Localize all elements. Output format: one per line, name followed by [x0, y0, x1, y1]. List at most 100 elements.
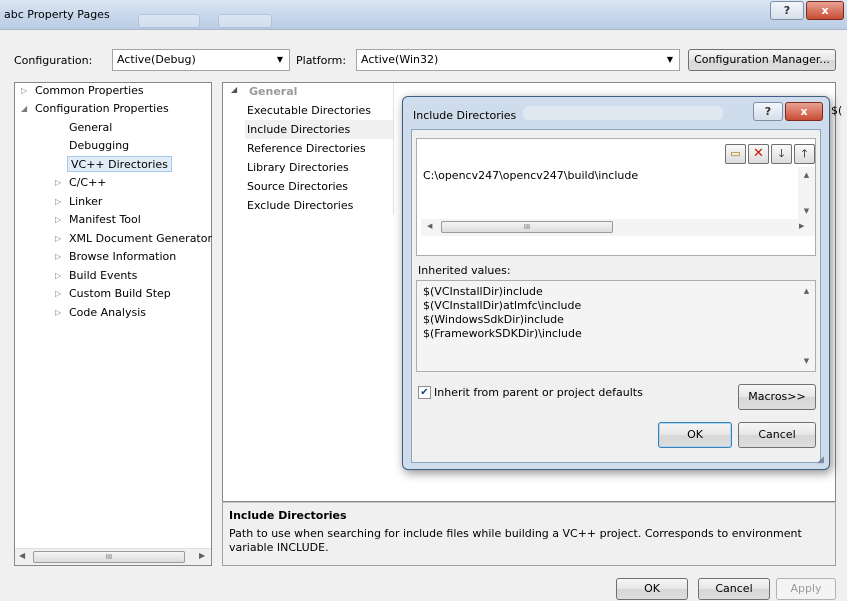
- close-icon: x: [800, 105, 808, 118]
- tree-item-browse-information[interactable]: Browse Information: [69, 249, 176, 265]
- expand-arrow-icon[interactable]: ▷: [55, 197, 61, 206]
- tree-item-manifest-tool[interactable]: Manifest Tool: [69, 212, 141, 228]
- inherited-value: $(FrameworkSDKDir)\include: [423, 327, 582, 340]
- tree-item-configuration-properties[interactable]: Configuration Properties: [35, 101, 169, 117]
- property-tree[interactable]: ▷ Common Properties ◢ Configuration Prop…: [14, 82, 212, 566]
- platform-select[interactable]: Active(Win32) ▼: [356, 49, 680, 71]
- dialog-title: Include Directories: [413, 109, 517, 122]
- move-up-button[interactable]: 🡑: [794, 144, 815, 164]
- chevron-down-icon: ▼: [276, 55, 283, 64]
- background-tab-ghost: [138, 14, 200, 28]
- grid-value-peek: $(: [831, 104, 843, 117]
- chevron-down-icon: ▼: [666, 55, 673, 64]
- entries-horizontal-scrollbar[interactable]: ◀ III ▶: [421, 219, 815, 236]
- dialog-help-button[interactable]: ?: [753, 102, 783, 121]
- background-tab-ghost: [218, 14, 272, 28]
- delete-icon: ✕: [753, 146, 764, 161]
- entries-vertical-scrollbar[interactable]: ▲ ▼: [798, 167, 815, 219]
- ok-button[interactable]: OK: [616, 578, 688, 600]
- tree-item-linker[interactable]: Linker: [69, 194, 102, 210]
- expand-arrow-icon[interactable]: ▷: [55, 271, 61, 280]
- inherited-vertical-scrollbar[interactable]: ▲ ▼: [798, 281, 815, 371]
- configuration-value: Active(Debug): [117, 53, 196, 66]
- title-glow: [523, 106, 723, 120]
- scroll-left-icon[interactable]: ◀: [427, 222, 432, 230]
- scroll-up-icon[interactable]: ▲: [798, 287, 815, 295]
- new-folder-button[interactable]: ▭: [725, 144, 746, 164]
- collapse-arrow-icon[interactable]: ◢: [231, 85, 237, 94]
- inherit-checkbox-label[interactable]: Inherit from parent or project defaults: [434, 386, 643, 399]
- delete-line-button[interactable]: ✕: [748, 144, 769, 164]
- arrow-up-icon: 🡑: [801, 147, 808, 160]
- grid-row-include-directories[interactable]: Include Directories: [245, 120, 393, 139]
- description-panel: Include Directories Path to use when sea…: [222, 502, 836, 566]
- tree-item-general[interactable]: General: [69, 120, 112, 136]
- configuration-manager-button[interactable]: Configuration Manager...: [688, 49, 836, 71]
- include-directories-dialog[interactable]: Include Directories ? x ▭ ✕ 🡓 🡑 C:\openc…: [402, 96, 830, 470]
- grid-row-executable-directories[interactable]: Executable Directories: [247, 101, 371, 120]
- scroll-down-icon[interactable]: ▼: [798, 207, 815, 215]
- configuration-label: Configuration:: [14, 54, 93, 67]
- grid-column-divider: [393, 83, 394, 215]
- cancel-button[interactable]: Cancel: [698, 578, 770, 600]
- tree-item-common-properties[interactable]: Common Properties: [35, 83, 144, 99]
- tree-item-build-events[interactable]: Build Events: [69, 268, 137, 284]
- expand-arrow-icon[interactable]: ▷: [55, 308, 61, 317]
- inherited-value: $(VCInstallDir)include: [423, 285, 543, 298]
- apply-button[interactable]: Apply: [776, 578, 836, 600]
- configuration-select[interactable]: Active(Debug) ▼: [112, 49, 290, 71]
- tree-item-c-cpp[interactable]: C/C++: [69, 175, 107, 191]
- inherited-values-label: Inherited values:: [418, 264, 511, 277]
- tree-item-debugging[interactable]: Debugging: [69, 138, 129, 154]
- expand-arrow-icon[interactable]: ▷: [55, 178, 61, 187]
- macros-button[interactable]: Macros>>: [738, 384, 816, 410]
- grid-row-reference-directories[interactable]: Reference Directories: [247, 139, 366, 158]
- window-title-bar[interactable]: abc Property Pages ? x: [0, 0, 847, 30]
- scroll-thumb[interactable]: III: [441, 221, 613, 233]
- grid-category-label: General: [249, 85, 298, 98]
- expand-arrow-icon[interactable]: ▷: [21, 86, 27, 95]
- directory-entry[interactable]: C:\opencv247\opencv247\build\include: [423, 169, 638, 182]
- grid-row-exclude-directories[interactable]: Exclude Directories: [247, 196, 353, 215]
- scroll-left-icon[interactable]: ◀: [19, 551, 25, 560]
- dialog-body: ▭ ✕ 🡓 🡑 C:\opencv247\opencv247\build\inc…: [411, 129, 821, 463]
- dialog-close-button[interactable]: x: [785, 102, 823, 121]
- checkmark-icon: ✔: [420, 387, 429, 398]
- close-window-button[interactable]: x: [806, 1, 844, 20]
- tree-item-code-analysis[interactable]: Code Analysis: [69, 305, 146, 321]
- dialog-cancel-button[interactable]: Cancel: [738, 422, 816, 448]
- move-down-button[interactable]: 🡓: [771, 144, 792, 164]
- platform-label: Platform:: [296, 54, 347, 67]
- description-title: Include Directories: [229, 509, 347, 522]
- inherit-checkbox[interactable]: ✔: [418, 386, 431, 399]
- collapse-arrow-icon[interactable]: ◢: [21, 104, 27, 113]
- window-title: abc Property Pages: [4, 8, 110, 21]
- tree-item-custom-build-step[interactable]: Custom Build Step: [69, 286, 171, 302]
- inherited-value: $(VCInstallDir)atlmfc\include: [423, 299, 582, 312]
- platform-value: Active(Win32): [361, 53, 439, 66]
- directories-listbox[interactable]: ▭ ✕ 🡓 🡑 C:\opencv247\opencv247\build\inc…: [416, 138, 816, 256]
- tree-horizontal-scrollbar[interactable]: ◀ III ▶: [15, 548, 211, 565]
- expand-arrow-icon[interactable]: ▷: [55, 252, 61, 261]
- tree-item-xml-document-generator[interactable]: XML Document Generator: [69, 231, 212, 247]
- help-icon: ?: [764, 105, 772, 118]
- new-folder-icon: ▭: [730, 147, 741, 160]
- resize-grip-icon[interactable]: ◢: [817, 455, 824, 465]
- scroll-thumb[interactable]: III: [33, 551, 185, 563]
- expand-arrow-icon[interactable]: ▷: [55, 215, 61, 224]
- grid-row-library-directories[interactable]: Library Directories: [247, 158, 349, 177]
- inherited-values-list[interactable]: $(VCInstallDir)include $(VCInstallDir)at…: [416, 280, 816, 372]
- expand-arrow-icon[interactable]: ▷: [55, 234, 61, 243]
- close-icon: x: [821, 4, 829, 17]
- scroll-up-icon[interactable]: ▲: [798, 171, 815, 179]
- dialog-ok-button[interactable]: OK: [658, 422, 732, 448]
- expand-arrow-icon[interactable]: ▷: [55, 289, 61, 298]
- description-text: Path to use when searching for include f…: [229, 527, 802, 554]
- scroll-down-icon[interactable]: ▼: [798, 357, 815, 365]
- tree-item-vc-directories[interactable]: VC++ Directories: [67, 156, 172, 172]
- scroll-right-icon[interactable]: ▶: [799, 222, 804, 230]
- grid-row-source-directories[interactable]: Source Directories: [247, 177, 348, 196]
- help-button[interactable]: ?: [770, 1, 804, 20]
- scroll-right-icon[interactable]: ▶: [199, 551, 205, 560]
- help-icon: ?: [783, 4, 791, 17]
